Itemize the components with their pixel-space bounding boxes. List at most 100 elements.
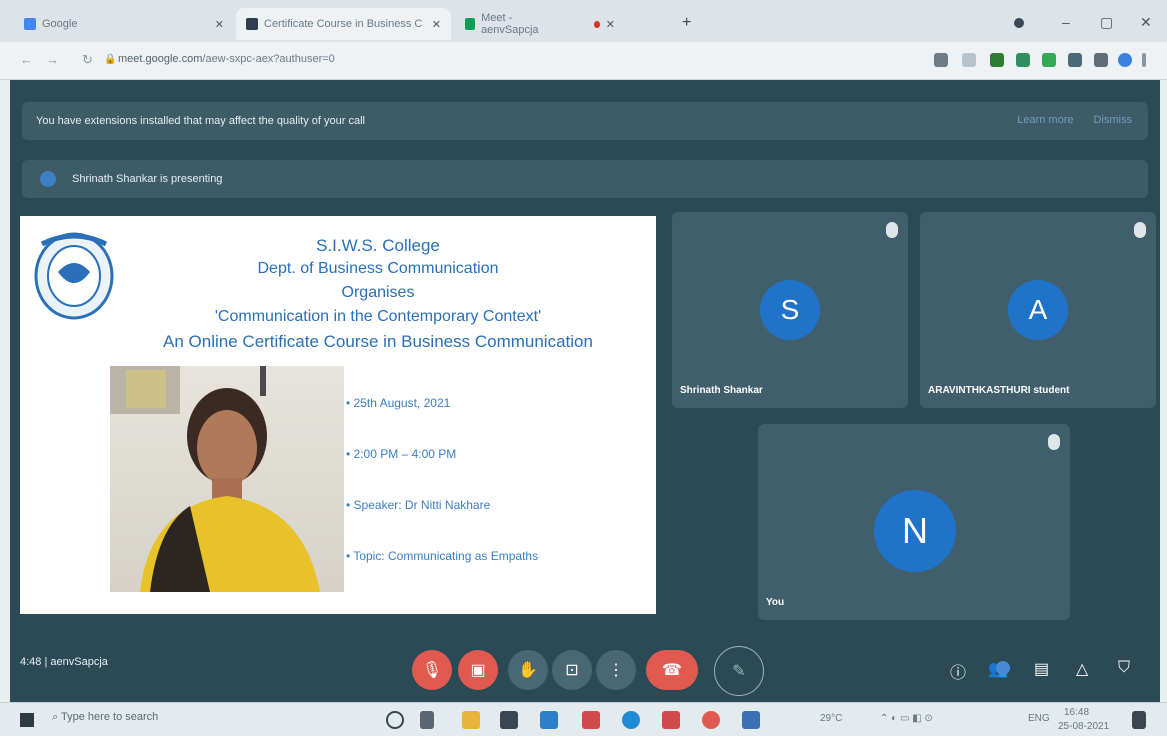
- checkmark-extension-icon[interactable]: [990, 53, 1004, 67]
- camera-off-icon: ▣: [470, 662, 486, 679]
- meeting-controls-bar: 4:48 | aenvSapcja 🎙 ▣ ✋ ⊡ ⋮ ☎ ✎ ⓘ 👥 ▤ △: [10, 634, 1160, 702]
- avatar: A: [1008, 280, 1068, 340]
- meet-icon: [465, 18, 476, 30]
- tab-certificate-course[interactable]: Certificate Course in Business C ✕: [236, 8, 451, 40]
- menu-icon[interactable]: [1142, 53, 1146, 67]
- present-screen-button[interactable]: ⊡: [552, 650, 592, 690]
- participant-tile[interactable]: A ARAVINTHKASTHURI student: [920, 212, 1156, 408]
- star-icon[interactable]: [962, 53, 976, 67]
- chrome-icon[interactable]: [702, 711, 720, 729]
- close-window-icon[interactable]: ✕: [1140, 14, 1152, 31]
- present-icon: ⊡: [565, 662, 579, 679]
- mail-icon[interactable]: [540, 711, 558, 729]
- participant-name: Shrinath Shankar: [680, 385, 763, 396]
- address-bar: ← → ↻ 🔒 meet.google.com/aew-sxpc-aex?aut…: [0, 42, 1167, 80]
- reload-icon[interactable]: ↻: [82, 52, 93, 68]
- taskbar-search[interactable]: ⌕ Type here to search: [52, 711, 158, 724]
- hang-up-icon: ☎: [662, 662, 682, 679]
- meeting-time: 4:48: [20, 656, 42, 668]
- slide-bullet-speaker: • Speaker: Dr Nitti Nakhare: [346, 498, 491, 512]
- people-icon[interactable]: 👥: [988, 659, 1010, 679]
- extensions-warning-banner: You have extensions installed that may a…: [22, 102, 1148, 140]
- raise-hand-button[interactable]: ✋: [508, 650, 548, 690]
- microphone-toggle-button[interactable]: 🎙: [412, 650, 452, 690]
- meeting-code: aenvSapcja: [50, 656, 108, 668]
- meeting-details: 4:48 | aenvSapcja: [20, 656, 108, 668]
- info-icon[interactable]: ⓘ: [950, 659, 966, 683]
- task-view-icon[interactable]: [420, 711, 434, 729]
- host-controls-icon[interactable]: ⛉: [1118, 659, 1130, 677]
- leave-call-button[interactable]: ☎: [646, 650, 698, 690]
- close-icon[interactable]: ✕: [432, 18, 441, 31]
- language-indicator[interactable]: ENG: [1028, 713, 1050, 724]
- mic-off-icon: [1134, 222, 1146, 238]
- clock-date[interactable]: 25-08-2021: [1058, 721, 1109, 732]
- weather-indicator[interactable]: 29°C: [820, 713, 842, 724]
- puzzle-icon[interactable]: [1094, 53, 1108, 67]
- word-icon[interactable]: [742, 711, 760, 729]
- document-icon: [246, 18, 258, 30]
- lock-icon: 🔒: [104, 54, 117, 65]
- tab-google[interactable]: Google ✕: [14, 8, 234, 40]
- slide-course-title: 'Communication in the Contemporary Conte…: [214, 308, 542, 325]
- mic-off-icon: [1048, 434, 1060, 450]
- more-options-button[interactable]: ⋮: [596, 650, 636, 690]
- minimize-icon[interactable]: –: [1062, 14, 1070, 30]
- tab-label: Google: [42, 18, 78, 30]
- presenting-banner: Shrinath Shankar is presenting: [22, 160, 1148, 198]
- participant-tile[interactable]: S Shrinath Shankar: [672, 212, 908, 408]
- windows-taskbar: ⌕ Type here to search 29°C ⌃ ◐ ▭ ◧ ⊙ ENG…: [0, 702, 1167, 736]
- edge-icon[interactable]: [622, 711, 640, 729]
- profile-avatar-icon[interactable]: [1118, 53, 1132, 67]
- close-icon[interactable]: ✕: [606, 18, 615, 31]
- close-icon[interactable]: ✕: [215, 18, 224, 31]
- profile-icon[interactable]: [1014, 18, 1024, 28]
- clock-time[interactable]: 16:48: [1064, 707, 1089, 718]
- recording-dot-icon: [593, 20, 600, 28]
- camera-icon[interactable]: [934, 53, 948, 67]
- slide-bullet-topic: • Topic: Communicating as Empaths: [346, 549, 539, 563]
- browser-tab-bar: Google ✕ Certificate Course in Business …: [0, 0, 1167, 42]
- mic-off-icon: [886, 222, 898, 238]
- captions-button[interactable]: ✎: [714, 646, 764, 696]
- store-icon[interactable]: [500, 711, 518, 729]
- cortana-icon[interactable]: [386, 711, 404, 729]
- maximize-icon[interactable]: ▢: [1100, 14, 1113, 31]
- notifications-icon[interactable]: [1132, 711, 1146, 729]
- chat-icon[interactable]: ▤: [1034, 659, 1049, 679]
- extension-icon[interactable]: [1016, 53, 1030, 67]
- avatar: S: [760, 280, 820, 340]
- extension-icon[interactable]: [1068, 53, 1082, 67]
- presenting-text: Shrinath Shankar is presenting: [72, 173, 223, 185]
- forward-icon[interactable]: →: [46, 52, 59, 67]
- extension-icon[interactable]: [1042, 53, 1056, 67]
- meet-window: You have extensions installed that may a…: [10, 80, 1160, 702]
- slide-bullet-date: • 25th August, 2021: [346, 396, 451, 410]
- google-icon: [24, 18, 36, 30]
- avatar: N: [874, 490, 956, 572]
- app-icon[interactable]: [662, 711, 680, 729]
- app-icon[interactable]: [582, 711, 600, 729]
- pen-icon: ✎: [732, 663, 746, 680]
- slide-organises: Organises: [341, 284, 415, 301]
- participant-count-badge: [996, 661, 1010, 675]
- slide-bullet-time: • 2:00 PM – 4:00 PM: [346, 447, 457, 461]
- activities-icon[interactable]: △: [1076, 659, 1088, 679]
- hand-icon: ✋: [518, 662, 538, 679]
- windows-start-icon[interactable]: [20, 713, 34, 727]
- participant-tile[interactable]: N You: [758, 424, 1070, 620]
- new-tab-icon[interactable]: +: [682, 14, 691, 32]
- dismiss-link[interactable]: Dismiss: [1094, 114, 1133, 126]
- back-icon[interactable]: ←: [20, 52, 33, 67]
- participant-name: ARAVINTHKASTHURI student: [928, 385, 1070, 396]
- learn-more-link[interactable]: Learn more: [1017, 114, 1073, 126]
- tab-meet[interactable]: Meet - aenvSapcja ✕: [455, 8, 625, 40]
- system-tray-icons[interactable]: ⌃ ◐ ▭ ◧ ⊙: [880, 713, 933, 724]
- camera-toggle-button[interactable]: ▣: [458, 650, 498, 690]
- banner-text: You have extensions installed that may a…: [36, 115, 365, 127]
- url-field[interactable]: meet.google.com/aew-sxpc-aex?authuser=0: [118, 53, 335, 65]
- participant-name: You: [766, 597, 785, 608]
- slide-department: Dept. of Business Communication: [257, 260, 499, 277]
- tab-label: Certificate Course in Business C: [264, 18, 423, 30]
- file-explorer-icon[interactable]: [462, 711, 480, 729]
